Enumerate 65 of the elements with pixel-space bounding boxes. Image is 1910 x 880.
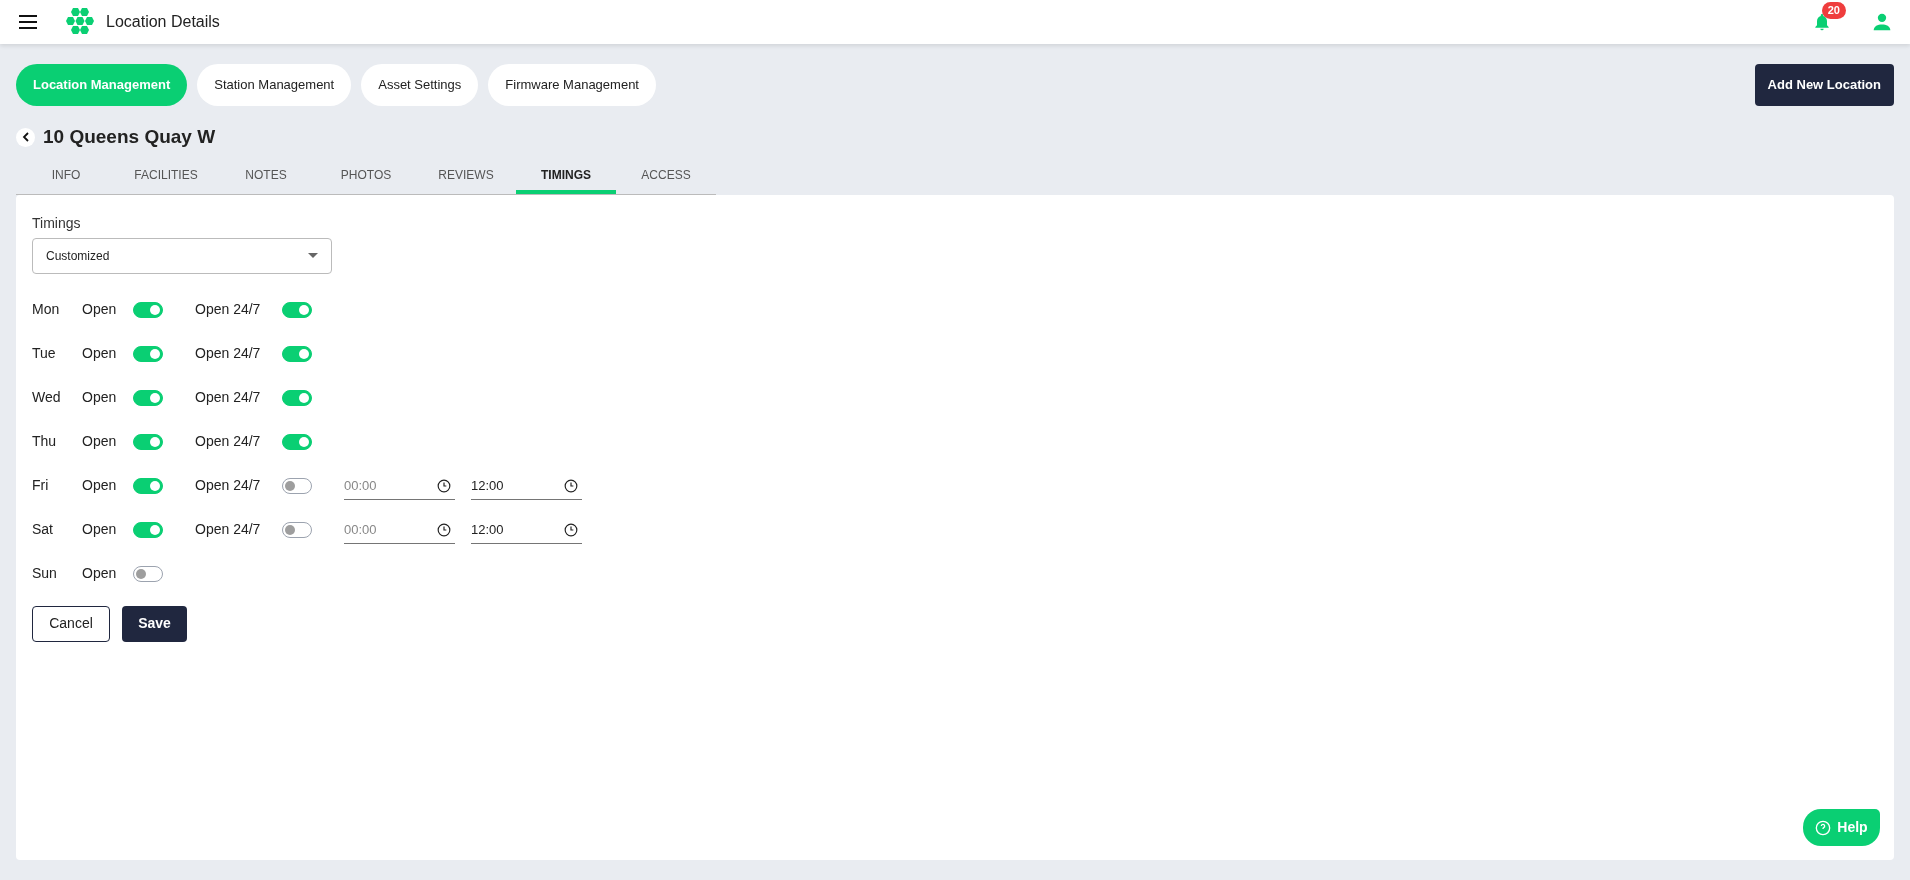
add-location-button[interactable]: Add New Location: [1754, 64, 1894, 106]
day-label: Tue: [32, 344, 57, 363]
tab[interactable]: ACCESS: [616, 159, 716, 194]
clock-icon[interactable]: [564, 478, 578, 493]
question-icon: [1815, 819, 1832, 836]
dropdown-caret-icon: [308, 253, 318, 258]
clock-icon[interactable]: [437, 522, 451, 537]
open-24-7-label: Open 24/7: [195, 520, 262, 539]
page-title: Location Details: [106, 12, 220, 32]
menu-icon[interactable]: [18, 14, 38, 30]
open-24-7-label: Open 24/7: [195, 432, 262, 451]
timings-label: Timings: [32, 213, 82, 233]
day-label: Sat: [32, 520, 54, 539]
open-label: Open: [82, 476, 118, 495]
tab[interactable]: PHOTOS: [316, 159, 416, 194]
open-label: Open: [82, 388, 118, 407]
open-label: Open: [82, 344, 118, 363]
day-label: Fri: [32, 476, 50, 495]
open-24-7-label: Open 24/7: [195, 476, 262, 495]
toggle-switch[interactable]: [133, 521, 163, 538]
toggle-switch[interactable]: [282, 477, 312, 494]
chevron-left-icon: [21, 132, 30, 143]
open-24-7-label: Open 24/7: [195, 388, 262, 407]
time-field[interactable]: 12:00: [471, 515, 582, 544]
toggle-switch[interactable]: [133, 345, 163, 362]
toggle-switch[interactable]: [133, 433, 163, 450]
toggle-switch[interactable]: [282, 433, 312, 450]
toggle-switch[interactable]: [133, 565, 163, 582]
open-24-7-label: Open 24/7: [195, 344, 262, 363]
day-label: Wed: [32, 388, 62, 407]
notification-badge: 20: [1821, 2, 1846, 19]
nav-pill[interactable]: Firmware Management: [488, 64, 656, 106]
tab[interactable]: INFO: [16, 159, 116, 194]
cancel-button[interactable]: Cancel: [32, 605, 110, 642]
open-label: Open: [82, 520, 118, 539]
toggle-switch[interactable]: [133, 389, 163, 406]
tab[interactable]: FACILITIES: [116, 159, 216, 194]
toggle-switch[interactable]: [282, 301, 312, 318]
time-field[interactable]: 00:00: [344, 471, 455, 500]
day-label: Thu: [32, 432, 58, 451]
save-button[interactable]: Save: [122, 605, 187, 642]
location-title: 10 Queens Quay W: [43, 125, 216, 149]
tab[interactable]: NOTES: [216, 159, 316, 194]
toggle-switch[interactable]: [282, 345, 312, 362]
open-label: Open: [82, 300, 118, 319]
open-label: Open: [82, 432, 118, 451]
day-label: Sun: [32, 564, 58, 583]
open-label: Open: [82, 564, 118, 583]
user-icon[interactable]: [1872, 12, 1892, 32]
toggle-switch[interactable]: [133, 477, 163, 494]
open-24-7-label: Open 24/7: [195, 300, 262, 319]
toggle-switch[interactable]: [282, 389, 312, 406]
clock-icon[interactable]: [437, 478, 451, 493]
clock-icon[interactable]: [564, 522, 578, 537]
toggle-switch[interactable]: [133, 301, 163, 318]
time-field[interactable]: 12:00: [471, 471, 582, 500]
hexagon-logo-icon: [64, 7, 96, 37]
back-button[interactable]: [16, 127, 35, 147]
nav-pill[interactable]: Asset Settings: [361, 64, 479, 106]
toggle-switch[interactable]: [282, 521, 312, 538]
tab[interactable]: REVIEWS: [416, 159, 516, 194]
time-field[interactable]: 00:00: [344, 515, 455, 544]
day-label: Mon: [32, 300, 61, 319]
timings-select[interactable]: Customized: [32, 237, 332, 274]
nav-pill[interactable]: Station Management: [197, 64, 352, 106]
